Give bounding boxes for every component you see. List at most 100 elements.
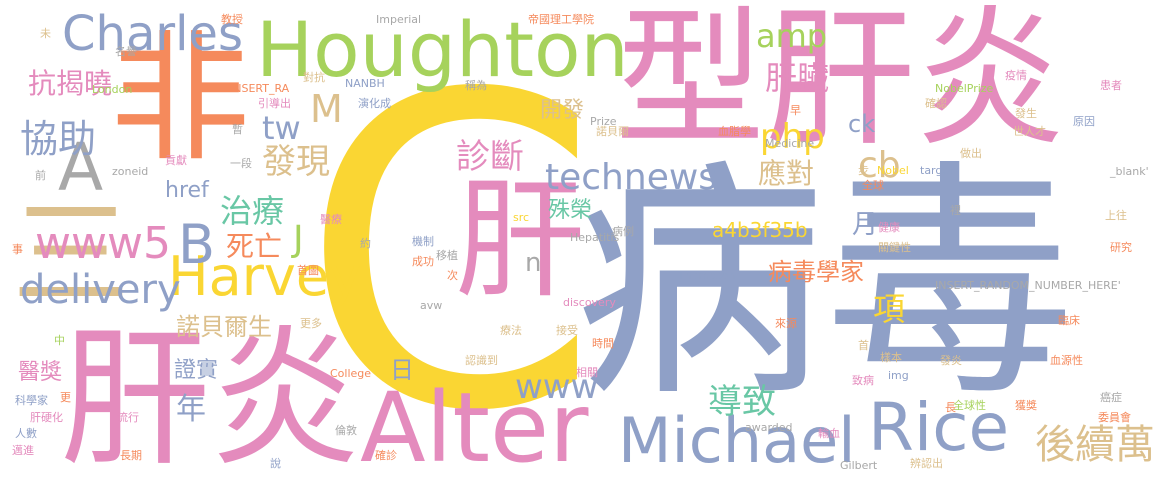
- word-delivery: delivery: [20, 267, 181, 313]
- word-img: img: [888, 369, 909, 382]
- word-quan-qiu-xing: 全球性: [953, 399, 986, 412]
- word-ke-xue-jia: 科學家: [15, 394, 48, 407]
- word-gan-yan: 肝炎: [60, 313, 361, 482]
- word-nobelprize: NobelPrize: [935, 82, 994, 95]
- word-liao-fa: 療法: [500, 324, 522, 337]
- word-target: target: [920, 164, 954, 177]
- word-ying-dui: 應對: [758, 157, 815, 190]
- word-yi-zhi: 移植: [436, 249, 458, 262]
- word-que-ren: 確認: [925, 97, 947, 110]
- word-shuo: 說: [270, 457, 281, 470]
- word-shi-jie: 世人才: [1013, 125, 1046, 138]
- word-rice: Rice: [868, 389, 1010, 466]
- word-geng-duo: 更多: [300, 317, 322, 330]
- word-blank: _blank': [1110, 165, 1149, 178]
- word-dao-zhi: 導致: [708, 382, 776, 422]
- word-yi-qing: 疫情: [1005, 69, 1027, 82]
- word-yan-jiu: 研究: [1110, 241, 1132, 254]
- word-que-zhen: 確診: [375, 449, 397, 462]
- word-cheng-gong: 成功: [412, 255, 434, 268]
- word-zhen-duan: 診斷: [456, 137, 524, 177]
- word-zan: 暫: [232, 123, 243, 136]
- word-xue-zhi-xue: 血脂學: [718, 125, 751, 138]
- word-liu-xing: 流行: [117, 411, 139, 424]
- word-fa-yan: 發炎: [940, 354, 962, 367]
- word-gilbert: Gilbert: [840, 459, 878, 472]
- word-li: 裡: [950, 204, 961, 217]
- word-xing-gan-yan: 型肝炎: [615, 0, 1066, 167]
- word-shu-rong: 殊榮: [548, 198, 593, 223]
- word-jiao-shou: 教授: [221, 13, 243, 26]
- word-huo-jiang: 獲獎: [1015, 399, 1037, 412]
- word-ren-shu: 人數: [15, 427, 37, 440]
- word-bian-ren-chu: 辨認出: [910, 457, 943, 470]
- word-quan-qiu: 全球: [862, 179, 884, 192]
- word-ci: 次: [447, 269, 458, 282]
- word-zoneid: zoneid: [112, 165, 149, 178]
- word-wei-yuan-hui: 委員會: [1098, 411, 1131, 424]
- word-wei: 未: [40, 27, 51, 40]
- word-a4b3f35b: a4b3f35b: [712, 218, 808, 242]
- word-m: M: [310, 87, 343, 131]
- word-yue: 月: [852, 210, 879, 240]
- word-amp: amp: [756, 17, 828, 55]
- word-nian: 年: [176, 392, 206, 427]
- word-tw: tw: [262, 109, 301, 147]
- word-zhao-jin: 邁進: [12, 444, 34, 457]
- word-avw: avw: [420, 299, 443, 312]
- word-ri: 日: [390, 356, 414, 384]
- word-bu: 步: [858, 164, 869, 177]
- word-yi-duan: 一段: [230, 157, 252, 170]
- word-b: B: [178, 213, 216, 276]
- word-zheng-shi: 證實: [174, 358, 219, 383]
- word-yan-hua-cheng: 演化成: [358, 97, 391, 110]
- word-yi-jiang: 醫獎: [18, 360, 63, 385]
- word-insert-random: INSERT_RANDOM_NUMBER_HERE': [935, 279, 1121, 292]
- word-n: n: [525, 248, 542, 278]
- word-nobel: Nobel: [877, 164, 909, 177]
- word-qian: 前: [35, 169, 46, 182]
- word-kai-fa: 開發: [540, 98, 585, 123]
- word-ren-shi: 認識到: [465, 354, 498, 367]
- word-cloud: C 病毒 型肝炎 肝炎 非 肝 Alter Houghton Michael R…: [0, 0, 1175, 482]
- word-yi-liao: 醫療: [320, 213, 342, 226]
- word-shang-wang: 上往: [1105, 209, 1127, 222]
- word-dui-kang: 對抗: [303, 71, 325, 84]
- word-college: College: [330, 367, 372, 380]
- word-lai-yuan: 來源: [775, 317, 797, 330]
- word-lun-dun: 倫敦: [335, 424, 357, 437]
- word-yuan-yin: 原因: [1073, 115, 1095, 128]
- word-chang-qi: 長期: [120, 449, 142, 462]
- word-ji-zhi: 機制: [412, 235, 434, 248]
- word-yang-ben: 樣本: [880, 351, 902, 364]
- word-zuo-chu: 做出: [960, 147, 982, 160]
- word-insert-ra: INSERT_RA: [230, 82, 290, 95]
- word-www5: www5: [35, 218, 171, 269]
- word-ck: ck: [848, 110, 876, 138]
- word-hou-xu-wan: 後續萬: [1035, 422, 1155, 468]
- word-shou: 首: [858, 339, 869, 352]
- word-medicine: Medicine: [765, 137, 815, 150]
- word-xiang-guan: 相關: [576, 366, 598, 379]
- word-href: href: [165, 178, 209, 203]
- word-chang: 長: [945, 401, 956, 414]
- word-zao: 早: [790, 104, 801, 117]
- word-xiang: 項: [873, 290, 906, 328]
- word-lin-chuang: 臨床: [1058, 314, 1080, 327]
- word-xue-yuan: 血源性: [1050, 354, 1083, 367]
- word-shu-xue: 輸血: [818, 427, 840, 440]
- word-bing-li: 病例: [612, 225, 634, 238]
- word-huan-zhe: 患者: [1100, 79, 1122, 92]
- word-imperial: Imperial: [376, 13, 422, 26]
- word-guan-jian: 關鍵性: [878, 241, 911, 254]
- word-awarded: awarded: [745, 421, 793, 434]
- word-j: J: [293, 219, 304, 260]
- word-zhi-liao: 治療: [220, 192, 285, 230]
- word-discovery: discovery: [563, 296, 616, 309]
- word-cheng-wei: 稱為: [465, 79, 487, 92]
- word-zhong: 中: [54, 334, 65, 347]
- word-bing-du-xue-jia: 病毒學家: [768, 258, 864, 286]
- word-gan-ying-hua: 肝硬化: [30, 411, 63, 424]
- word-shi: 事: [12, 243, 23, 256]
- word-di-guo: 帝國理工學院: [528, 13, 594, 26]
